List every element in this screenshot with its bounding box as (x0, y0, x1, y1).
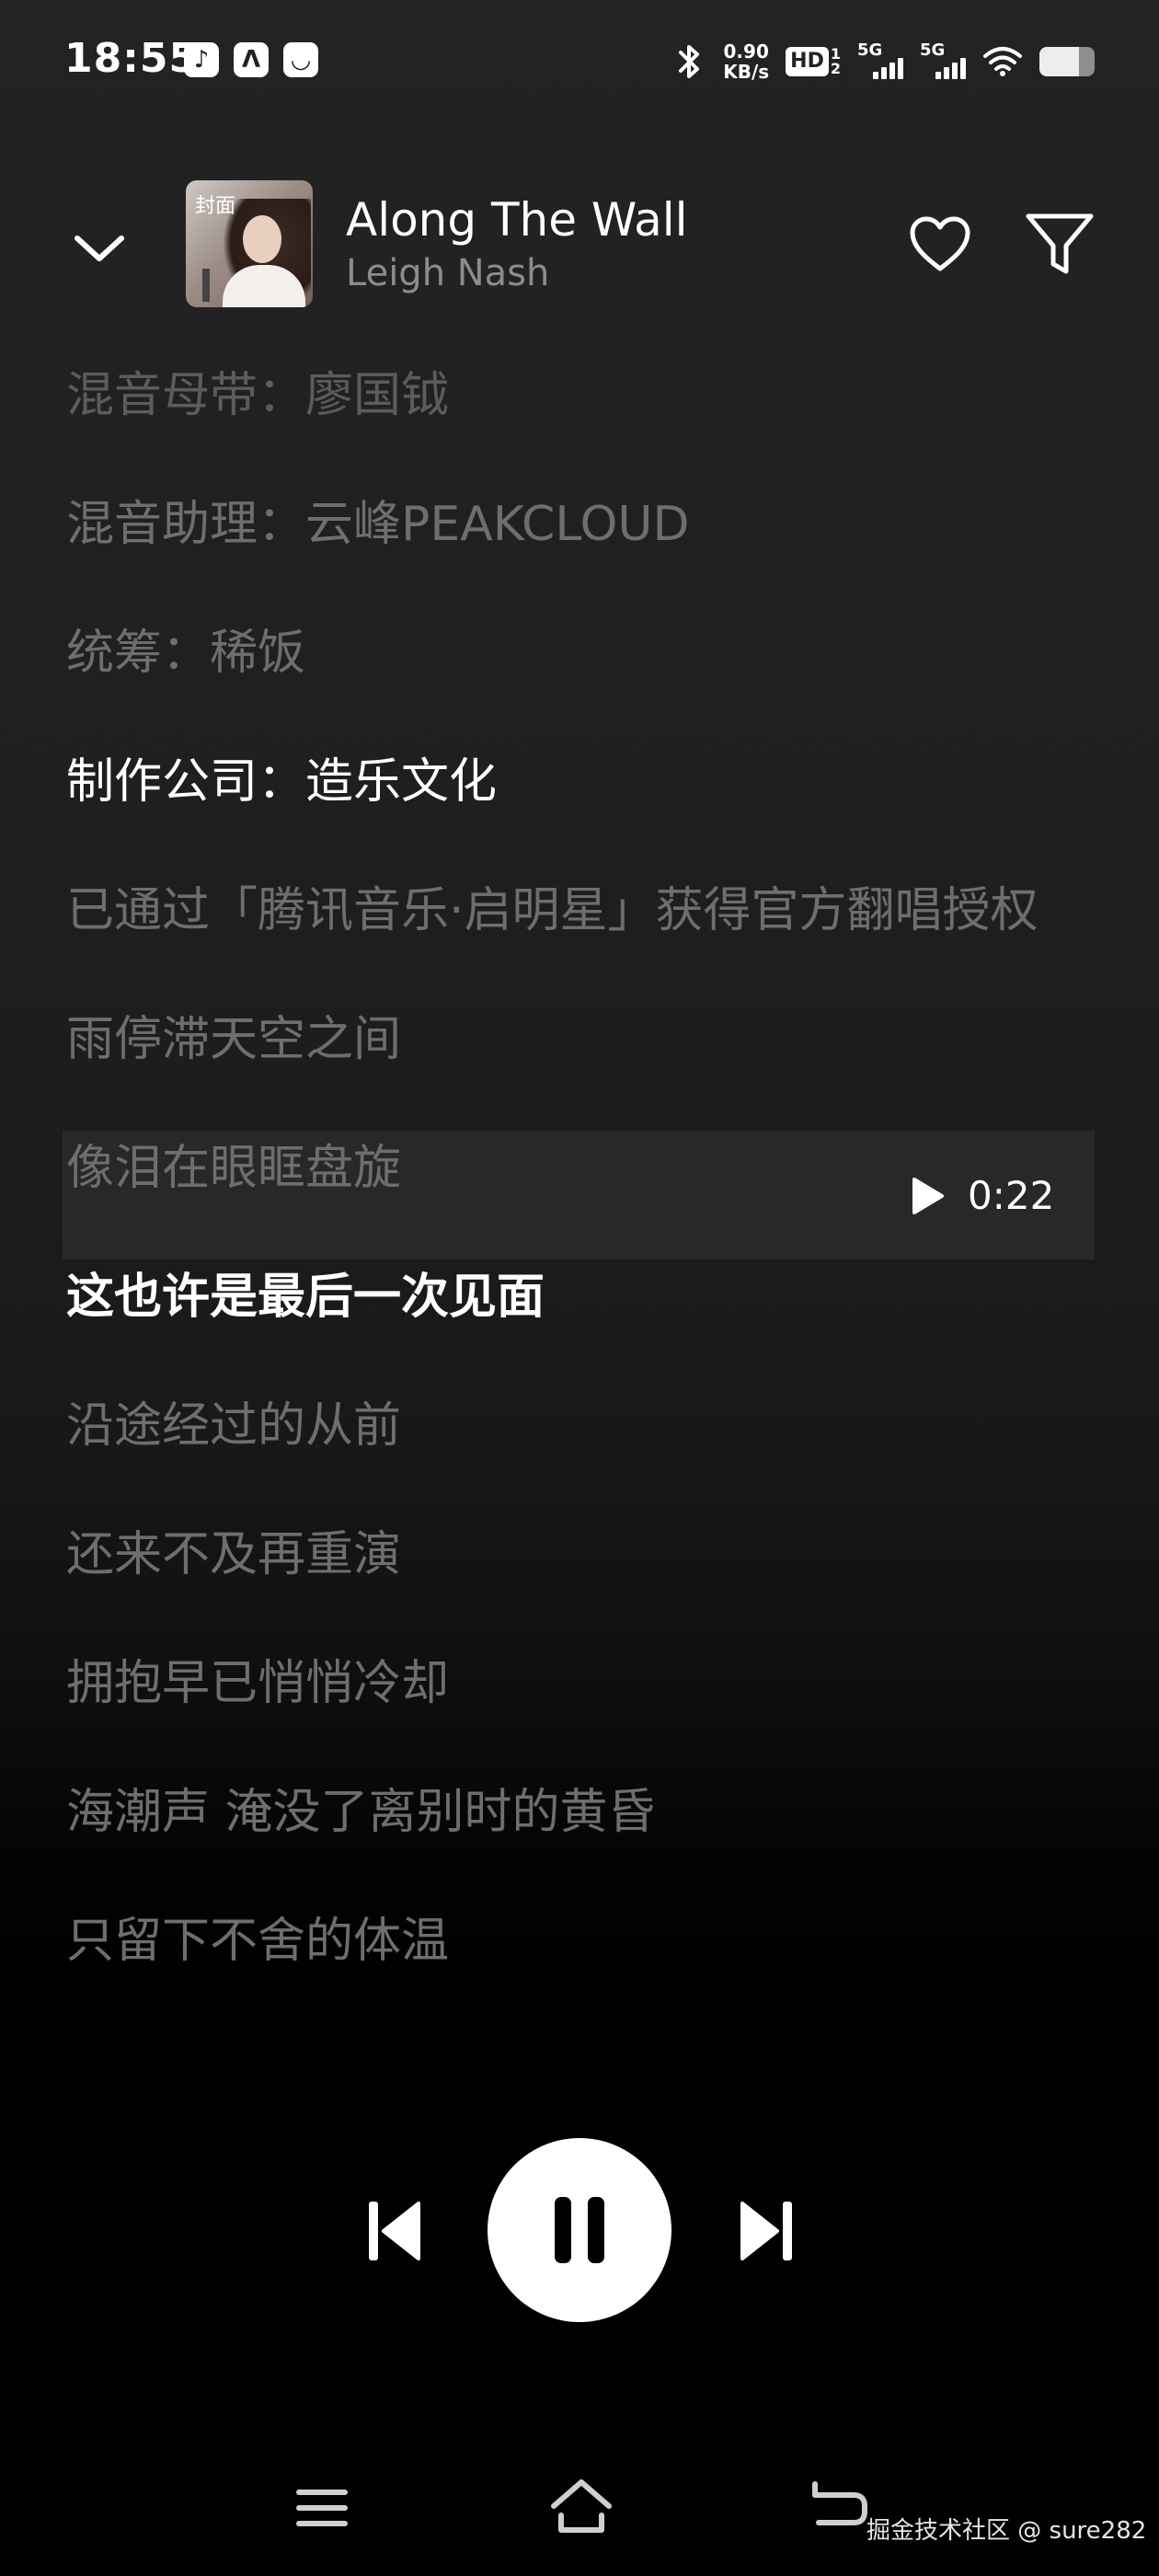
chevron-down-icon (75, 236, 124, 261)
collapse-button[interactable] (63, 212, 136, 285)
lyric-line[interactable]: 统筹：稀饭 (66, 589, 305, 718)
pause-icon (555, 2197, 604, 2263)
douyin-icon: ♪ (184, 42, 219, 77)
lyric-line[interactable]: 雨停滞天空之间 (66, 975, 401, 1104)
hd-label: HD (786, 47, 829, 76)
home-icon[interactable] (546, 2475, 616, 2539)
lyric-line[interactable]: 混音助理：云峰PEAKCLOUD (66, 460, 690, 589)
pause-button[interactable] (488, 2138, 671, 2322)
notification-app-icon: ◡ (283, 42, 318, 77)
song-artist[interactable]: Leigh Nash (346, 252, 549, 294)
next-button[interactable] (725, 2185, 808, 2277)
lyric-line[interactable]: 沿途经过的从前 (66, 1362, 401, 1490)
lyric-line[interactable]: 只留下不舍的体温 (66, 1877, 449, 2006)
lyric-line[interactable]: 拥抱早已悄悄冷却 (66, 1619, 449, 1748)
player-header: 封面 Along The Wall Leigh Nash (0, 175, 1159, 313)
skip-next-icon (740, 2202, 792, 2260)
lyric-line[interactable]: 制作公司：造乐文化 (66, 718, 497, 846)
battery-icon (1039, 47, 1095, 76)
back-icon[interactable] (806, 2475, 870, 2539)
status-bar: 18:55 ♪ Λ ◡ 0.90 KB/s HD 1 2 5G 5G (0, 0, 1159, 120)
music-player-screen: 18:55 ♪ Λ ◡ 0.90 KB/s HD 1 2 5G 5G 封面 Al… (0, 0, 1159, 2576)
status-time: 18:55 (64, 35, 199, 82)
hd-voice-badge: HD 1 2 (786, 47, 841, 76)
lyric-line[interactable]: 还来不及再重演 (66, 1490, 401, 1619)
wifi-icon (983, 47, 1022, 76)
hd-sub-bottom: 2 (830, 60, 841, 77)
album-cover-text: 封面 (195, 195, 236, 218)
watermark: 掘金技术社区 @ sure282 (866, 2517, 1147, 2545)
bluetooth-icon (679, 45, 700, 78)
heart-icon (910, 216, 970, 271)
lyric-line[interactable]: 混音母带：廖国钺 (66, 331, 449, 460)
signal-1-label: 5G (857, 40, 883, 60)
network-speed: 0.90 KB/s (723, 41, 769, 82)
filter-icon (1026, 213, 1094, 274)
seek-play-icon[interactable] (907, 1176, 947, 1216)
seek-time[interactable]: 0:22 (968, 1167, 1054, 1225)
playback-controls (0, 2134, 1159, 2328)
like-button[interactable] (903, 208, 977, 282)
lyric-line[interactable]: 像泪在眼眶盘旋 (66, 1104, 401, 1233)
lyric-line[interactable]: 已通过「腾讯音乐·启明星」获得官方翻唱授权 (66, 846, 1039, 975)
album-cover[interactable]: 封面 (186, 180, 313, 307)
network-speed-value: 0.90 (723, 40, 769, 63)
previous-button[interactable] (353, 2185, 436, 2277)
a-logo-icon: Λ (234, 42, 269, 77)
signal-1-icon: 5G (857, 40, 903, 83)
lyric-line[interactable]: 海潮声 淹没了离别时的黄昏 (66, 1748, 656, 1877)
battery-level (1039, 47, 1080, 76)
status-indicators: 0.90 KB/s HD 1 2 5G 5G (673, 37, 1095, 86)
signal-2-icon: 5G (920, 40, 966, 83)
song-title: Along The Wall (346, 193, 688, 247)
signal-2-label: 5G (920, 40, 946, 60)
menu-icon[interactable] (291, 2480, 353, 2536)
skip-previous-icon (369, 2202, 420, 2260)
filter-button[interactable] (1023, 208, 1096, 282)
network-speed-unit: KB/s (723, 61, 770, 83)
